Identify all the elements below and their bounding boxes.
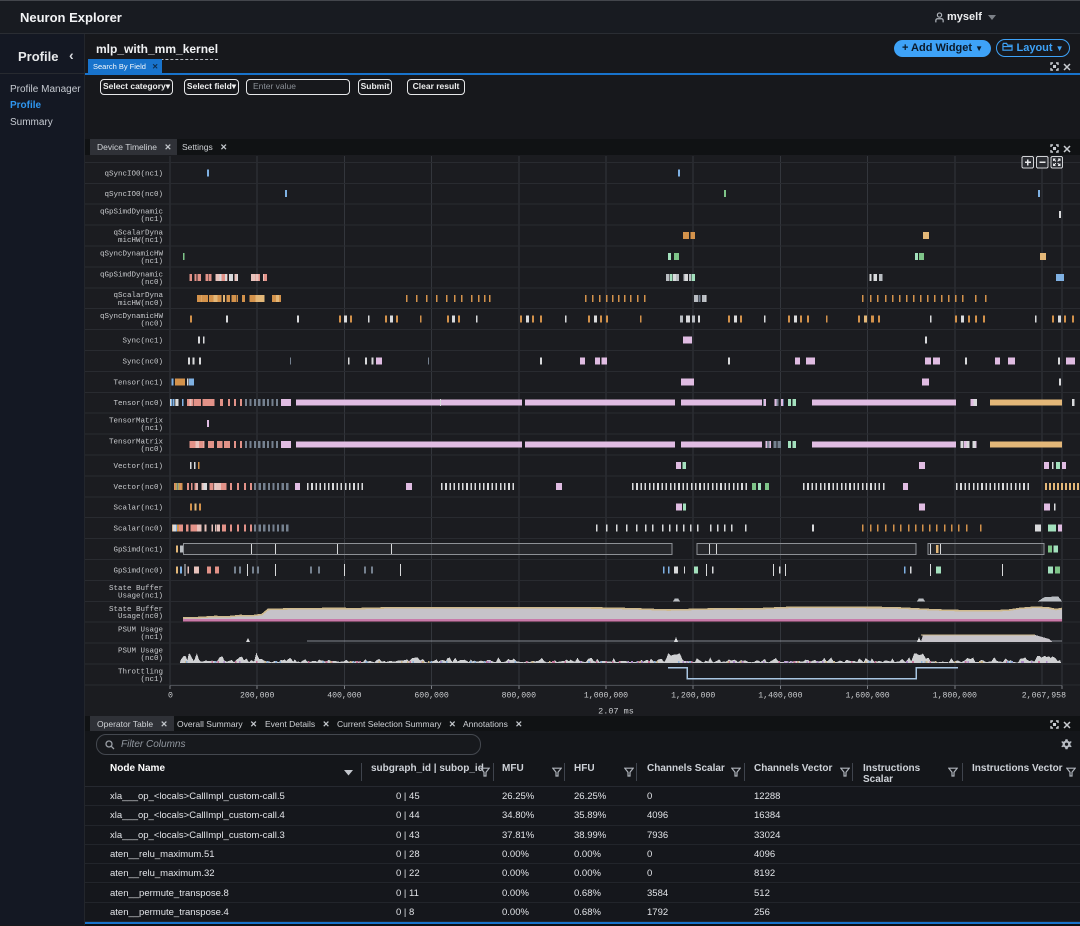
- svg-text:1,600,000: 1,600,000: [845, 691, 889, 700]
- svg-text:(nc0): (nc0): [140, 321, 163, 329]
- svg-text:(nc1): (nc1): [140, 258, 163, 266]
- svg-text:Scalar(nc1): Scalar(nc1): [113, 505, 163, 513]
- svg-text:Scalar(nc0): Scalar(nc0): [113, 526, 163, 534]
- svg-text:1,400,000: 1,400,000: [758, 691, 802, 700]
- svg-text:Usage(nc0): Usage(nc0): [118, 613, 163, 621]
- svg-text:0: 0: [168, 691, 173, 700]
- svg-text:Sync(nc0): Sync(nc0): [122, 358, 163, 366]
- svg-text:qSyncIO0(nc0): qSyncIO0(nc0): [104, 191, 163, 199]
- svg-text:GpSimd(nc1): GpSimd(nc1): [113, 547, 163, 555]
- svg-text:1,200,000: 1,200,000: [671, 691, 715, 700]
- svg-text:Tensor(nc0): Tensor(nc0): [113, 400, 163, 408]
- svg-text:GpSimd(nc0): GpSimd(nc0): [113, 568, 163, 576]
- svg-text:200,000: 200,000: [240, 691, 274, 700]
- svg-text:(nc1): (nc1): [140, 676, 163, 684]
- svg-text:2.07 ms: 2.07 ms: [598, 706, 634, 716]
- svg-text:Tensor(nc1): Tensor(nc1): [113, 379, 163, 387]
- svg-text:800,000: 800,000: [502, 691, 536, 700]
- svg-text:(nc0): (nc0): [140, 446, 163, 454]
- svg-text:qSyncIO0(nc1): qSyncIO0(nc1): [104, 170, 163, 178]
- svg-text:Usage(nc1): Usage(nc1): [118, 592, 163, 600]
- svg-text:Vector(nc0): Vector(nc0): [113, 484, 163, 492]
- svg-text:600,000: 600,000: [414, 691, 448, 700]
- svg-text:micHW(nc0): micHW(nc0): [118, 300, 163, 308]
- svg-text:2,067,958: 2,067,958: [1022, 691, 1066, 700]
- svg-text:Vector(nc1): Vector(nc1): [113, 463, 163, 471]
- svg-text:1,000,000: 1,000,000: [584, 691, 628, 700]
- svg-text:micHW(nc1): micHW(nc1): [118, 237, 163, 245]
- svg-text:(nc1): (nc1): [140, 425, 163, 433]
- svg-text:400,000: 400,000: [327, 691, 361, 700]
- svg-text:1,800,000: 1,800,000: [933, 691, 977, 700]
- svg-text:(nc1): (nc1): [140, 634, 163, 642]
- svg-text:(nc1): (nc1): [140, 216, 163, 224]
- svg-text:(nc0): (nc0): [140, 655, 163, 663]
- svg-text:Sync(nc1): Sync(nc1): [122, 338, 163, 346]
- svg-text:(nc0): (nc0): [140, 279, 163, 287]
